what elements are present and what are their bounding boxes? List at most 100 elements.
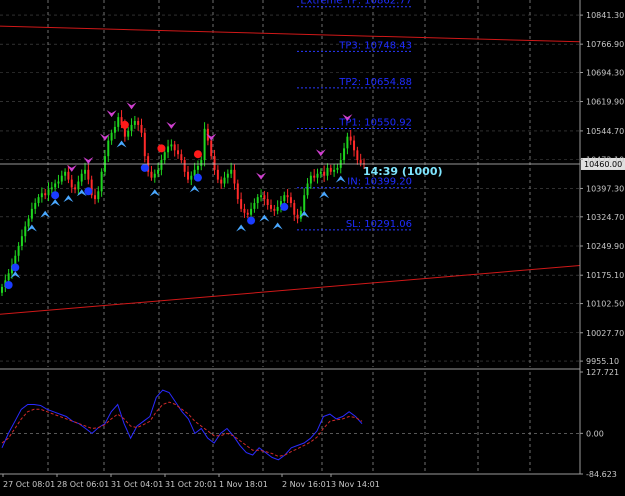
price-chart[interactable]: Extreme TP: 10862.77 TP3: 10748.43 TP2: 10…: [0, 0, 625, 496]
candle-body: [323, 171, 326, 176]
level-label: TP1: 10550.92: [338, 117, 412, 128]
candle-body: [213, 156, 216, 170]
candle-body: [343, 148, 346, 161]
candle-body: [127, 130, 130, 137]
candle-body: [97, 191, 100, 200]
candle-body: [329, 167, 332, 172]
time-tick-label: 27 Oct 08:01: [3, 480, 55, 489]
candle-body: [263, 195, 266, 200]
candle-body: [233, 169, 236, 184]
price-tick-label: 10102.50: [586, 300, 624, 309]
candle-body: [163, 152, 166, 161]
level-label: SL: 10291.06: [346, 219, 412, 230]
candle-body: [60, 175, 63, 182]
buy-dot-icon: [140, 163, 149, 172]
candle-body: [24, 226, 27, 237]
candle-body: [20, 236, 23, 246]
candle-body: [273, 208, 276, 211]
candle-body: [137, 121, 140, 125]
candle-body: [186, 171, 189, 180]
candle-body: [316, 173, 319, 178]
candle-body: [143, 132, 146, 157]
candle-body: [177, 150, 180, 155]
candle-body: [200, 160, 203, 166]
candle-body: [286, 195, 289, 198]
candle-body: [349, 136, 352, 141]
candle-body: [113, 126, 116, 133]
candle-body: [170, 144, 173, 147]
price-tick-label: 10175.10: [586, 271, 624, 280]
candle-body: [236, 183, 239, 200]
candle-body: [266, 199, 269, 205]
level-label: IN: 10399.20: [347, 177, 412, 188]
candle-body: [37, 197, 40, 204]
candle-body: [253, 203, 256, 209]
time-tick-label: 31 Oct 20:01: [165, 480, 217, 489]
candle-body: [77, 181, 80, 190]
candle-body: [346, 136, 349, 149]
candle-body: [167, 146, 170, 153]
sell-dot-icon: [120, 120, 129, 129]
candle-body: [157, 169, 160, 174]
candle-body: [306, 183, 309, 196]
price-tick-label: 10324.70: [586, 213, 624, 222]
timer-label: 14:39 (1000): [363, 165, 443, 178]
candle-body: [40, 193, 43, 198]
price-tick-label: 10766.90: [586, 40, 624, 49]
candle-body: [190, 175, 193, 180]
sell-dot-icon: [193, 150, 202, 159]
candle-body: [50, 187, 53, 190]
candle-body: [243, 208, 246, 213]
time-tick-label: 28 Oct 06:01: [57, 480, 109, 489]
buy-dot-icon: [247, 216, 256, 225]
candle-body: [296, 214, 299, 219]
candle-body: [230, 169, 233, 174]
oscillator-tick-label: 0.00: [586, 429, 604, 438]
candle-body: [223, 177, 226, 184]
time-tick-label: 2 Nov 16:01: [282, 480, 331, 489]
candle-body: [333, 169, 336, 172]
time-tick-label: 31 Oct 04:01: [111, 480, 163, 489]
buy-dot-icon: [51, 191, 60, 200]
candle-body: [276, 206, 279, 211]
candle-body: [196, 165, 199, 170]
candle-body: [180, 154, 183, 161]
candle-body: [1, 286, 3, 293]
candle-body: [359, 160, 362, 164]
candle-body: [250, 208, 253, 215]
candle-body: [210, 140, 213, 157]
candle-body: [153, 173, 156, 178]
candle-body: [283, 195, 286, 202]
candle-body: [173, 144, 176, 151]
candle-body: [117, 117, 120, 127]
candle-body: [93, 195, 96, 200]
candle-body: [336, 167, 339, 170]
candle-body: [87, 169, 90, 180]
price-tick-label: 10619.90: [586, 98, 624, 107]
candle-body: [80, 173, 83, 182]
candle-body: [17, 245, 20, 256]
candle-body: [133, 121, 136, 125]
candle-body: [313, 175, 316, 178]
candle-body: [160, 160, 163, 170]
candle-body: [270, 204, 273, 209]
candle-body: [353, 140, 356, 151]
price-tick-label: 9955.10: [586, 357, 619, 366]
candle-body: [107, 140, 110, 157]
candle-body: [27, 218, 30, 227]
candle-body: [356, 150, 359, 161]
buy-dot-icon: [84, 187, 93, 196]
sell-dot-icon: [157, 144, 166, 153]
candle-body: [130, 124, 133, 131]
candle-body: [74, 187, 77, 190]
candle-body: [84, 169, 87, 174]
current-price-tag: 10460.00: [584, 160, 622, 169]
oscillator-tick-label: 127.721: [586, 368, 619, 377]
oscillator-tick-label: -84.623: [586, 470, 617, 479]
candle-body: [260, 195, 263, 198]
candle-body: [150, 171, 153, 178]
candle-body: [220, 179, 223, 184]
candle-body: [256, 197, 259, 204]
candle-body: [140, 124, 143, 133]
candle-body: [110, 132, 113, 141]
